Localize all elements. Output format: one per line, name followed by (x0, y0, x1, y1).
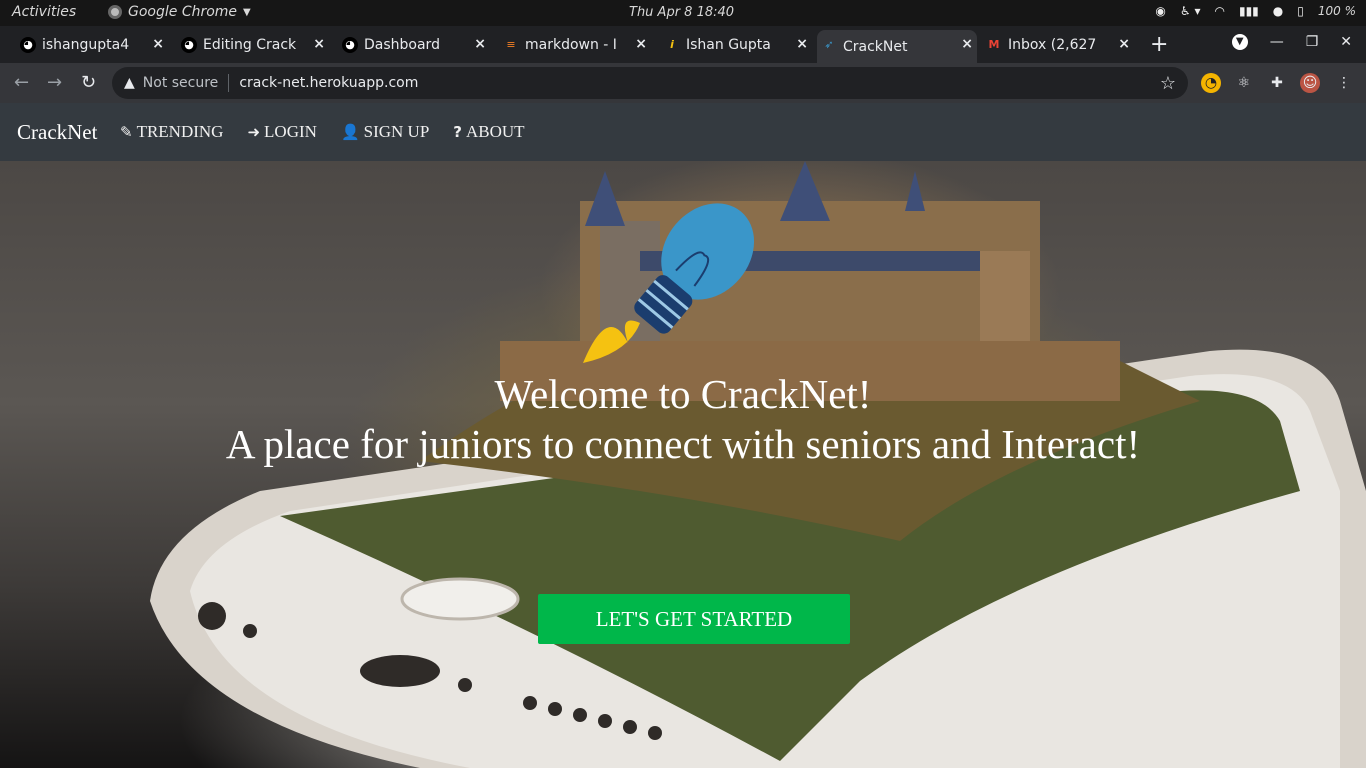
nav-label: TRENDING (136, 122, 224, 141)
browser-toolbar: ← → ↻ ▲ Not secure crack-net.herokuapp.c… (0, 63, 1366, 103)
restore-icon[interactable]: ❐ (1306, 34, 1319, 50)
rocket-icon: ➶ (824, 38, 834, 51)
tab-title: Inbox (2,627 (1008, 37, 1097, 53)
tab-strip: ◕ ishangupta4 × ◕ Editing Crack × ◕ Dash… (0, 26, 1366, 63)
hero-title: Welcome to CrackNet! (494, 371, 872, 417)
bookmark-star-icon[interactable]: ☆ (1160, 73, 1176, 94)
forward-icon[interactable]: → (47, 72, 62, 93)
new-tab-icon[interactable]: + (1150, 32, 1168, 57)
sign-in-icon: ➜ (247, 123, 261, 141)
hero-subtitle: A place for juniors to connect with seni… (225, 421, 1141, 467)
close-icon[interactable]: × (1118, 36, 1130, 52)
system-tray[interactable]: ◉ ♿︎ ▾ ◠ ▮▮▮ ● ▯ 100 % (1155, 4, 1356, 18)
close-icon[interactable]: × (313, 36, 325, 52)
tab-title: markdown - I (525, 37, 617, 53)
stackoverflow-icon: ≡ (506, 38, 516, 51)
nav-signup[interactable]: 👤 SIGN UP (341, 122, 429, 142)
tab-ishan-gupta[interactable]: i Ishan Gupta × (660, 30, 812, 60)
tab-title: Ishan Gupta (686, 37, 771, 53)
close-icon[interactable]: × (152, 36, 164, 52)
battery-percent: 100 % (1317, 4, 1356, 18)
tab-inbox[interactable]: M Inbox (2,627 × (982, 30, 1134, 60)
hero-section: Welcome to CrackNet! A place for juniors… (0, 161, 1366, 768)
battery-icon: ▯ (1297, 4, 1304, 18)
nav-login[interactable]: ➜ LOGIN (247, 122, 316, 142)
system-top-bar: Activities Google Chrome ▼ Thu Apr 8 18:… (0, 0, 1366, 26)
profile-avatar[interactable]: ☺ (1300, 73, 1320, 93)
site-brand[interactable]: CrackNet (17, 120, 97, 145)
accessibility-icon[interactable]: ♿︎ ▾ (1180, 4, 1201, 18)
gmail-icon: M (988, 38, 1000, 51)
extension-color-icon[interactable]: ◔ (1201, 73, 1221, 93)
address-bar[interactable]: ▲ Not secure crack-net.herokuapp.com ☆ (112, 67, 1188, 99)
reload-icon[interactable]: ↻ (81, 72, 96, 93)
app-menu-label: Google Chrome (128, 4, 238, 20)
nav-links: ✎ TRENDING ➜ LOGIN 👤 SIGN UP ? ABOUT (120, 122, 525, 142)
back-icon[interactable]: ← (14, 72, 29, 93)
minimize-icon[interactable]: — (1270, 34, 1284, 50)
close-icon[interactable]: × (635, 36, 647, 52)
github-icon: ◕ (20, 37, 36, 53)
chevron-down-icon: ▼ (243, 6, 251, 18)
tab-title: CrackNet (843, 38, 908, 55)
nav-label: ABOUT (465, 122, 525, 141)
window-controls: ▼ — ❐ ✕ (1231, 34, 1352, 50)
tab-cracknet[interactable]: ➶ CrackNet × (817, 30, 977, 63)
discord-icon[interactable]: ◉ (1155, 4, 1165, 18)
tab-title: Dashboard (364, 37, 440, 53)
nav-about[interactable]: ? ABOUT (453, 122, 524, 142)
nav-trending[interactable]: ✎ TRENDING (120, 122, 223, 142)
tab-search-icon[interactable]: ▼ (1231, 34, 1248, 50)
close-icon[interactable]: × (474, 36, 486, 52)
blog-icon: ✎ (120, 123, 133, 141)
extensions-puzzle-icon[interactable]: ✚ (1267, 73, 1287, 93)
activities-button[interactable]: Activities (12, 4, 76, 20)
github-icon: ◕ (342, 37, 358, 53)
github-icon: ◕ (181, 37, 197, 53)
tab-dashboard[interactable]: ◕ Dashboard × (338, 30, 490, 60)
warning-icon[interactable]: ▲ (124, 75, 135, 91)
info-icon: i (670, 38, 674, 51)
app-menu[interactable]: Google Chrome ▼ (108, 4, 251, 20)
url-text[interactable]: crack-net.herokuapp.com (239, 75, 418, 91)
wifi-icon: ◠ (1214, 4, 1225, 18)
react-devtools-icon[interactable]: ⚛ (1234, 73, 1254, 93)
chrome-icon (108, 5, 122, 19)
security-label[interactable]: Not secure (143, 75, 219, 91)
nav-label: SIGN UP (363, 122, 430, 141)
volume-icon: ▮▮▮ (1238, 4, 1259, 18)
tab-ishangupta[interactable]: ◕ ishangupta4 × (16, 30, 168, 60)
tab-title: Editing Crack (203, 37, 297, 53)
hero-heading: Welcome to CrackNet! A place for juniors… (0, 369, 1366, 469)
tab-markdown[interactable]: ≡ markdown - I × (499, 30, 651, 60)
microphone-icon: ● (1272, 4, 1284, 18)
tab-editing-cracknet[interactable]: ◕ Editing Crack × (177, 30, 329, 60)
more-menu-icon[interactable]: ⋮ (1334, 73, 1354, 93)
clock[interactable]: Thu Apr 8 18:40 (629, 5, 734, 20)
user-plus-icon: 👤 (340, 123, 360, 141)
close-window-icon[interactable]: ✕ (1340, 34, 1352, 50)
divider (228, 74, 230, 92)
close-icon[interactable]: × (796, 36, 808, 52)
rocket-bulb-logo (583, 203, 755, 363)
question-icon: ? (453, 123, 462, 141)
tab-title: ishangupta4 (42, 37, 130, 53)
site-navbar: CrackNet ✎ TRENDING ➜ LOGIN 👤 SIGN UP ? … (0, 103, 1366, 161)
get-started-button[interactable]: LET'S GET STARTED (538, 594, 850, 644)
nav-label: LOGIN (264, 122, 317, 141)
close-icon[interactable]: × (961, 36, 973, 52)
